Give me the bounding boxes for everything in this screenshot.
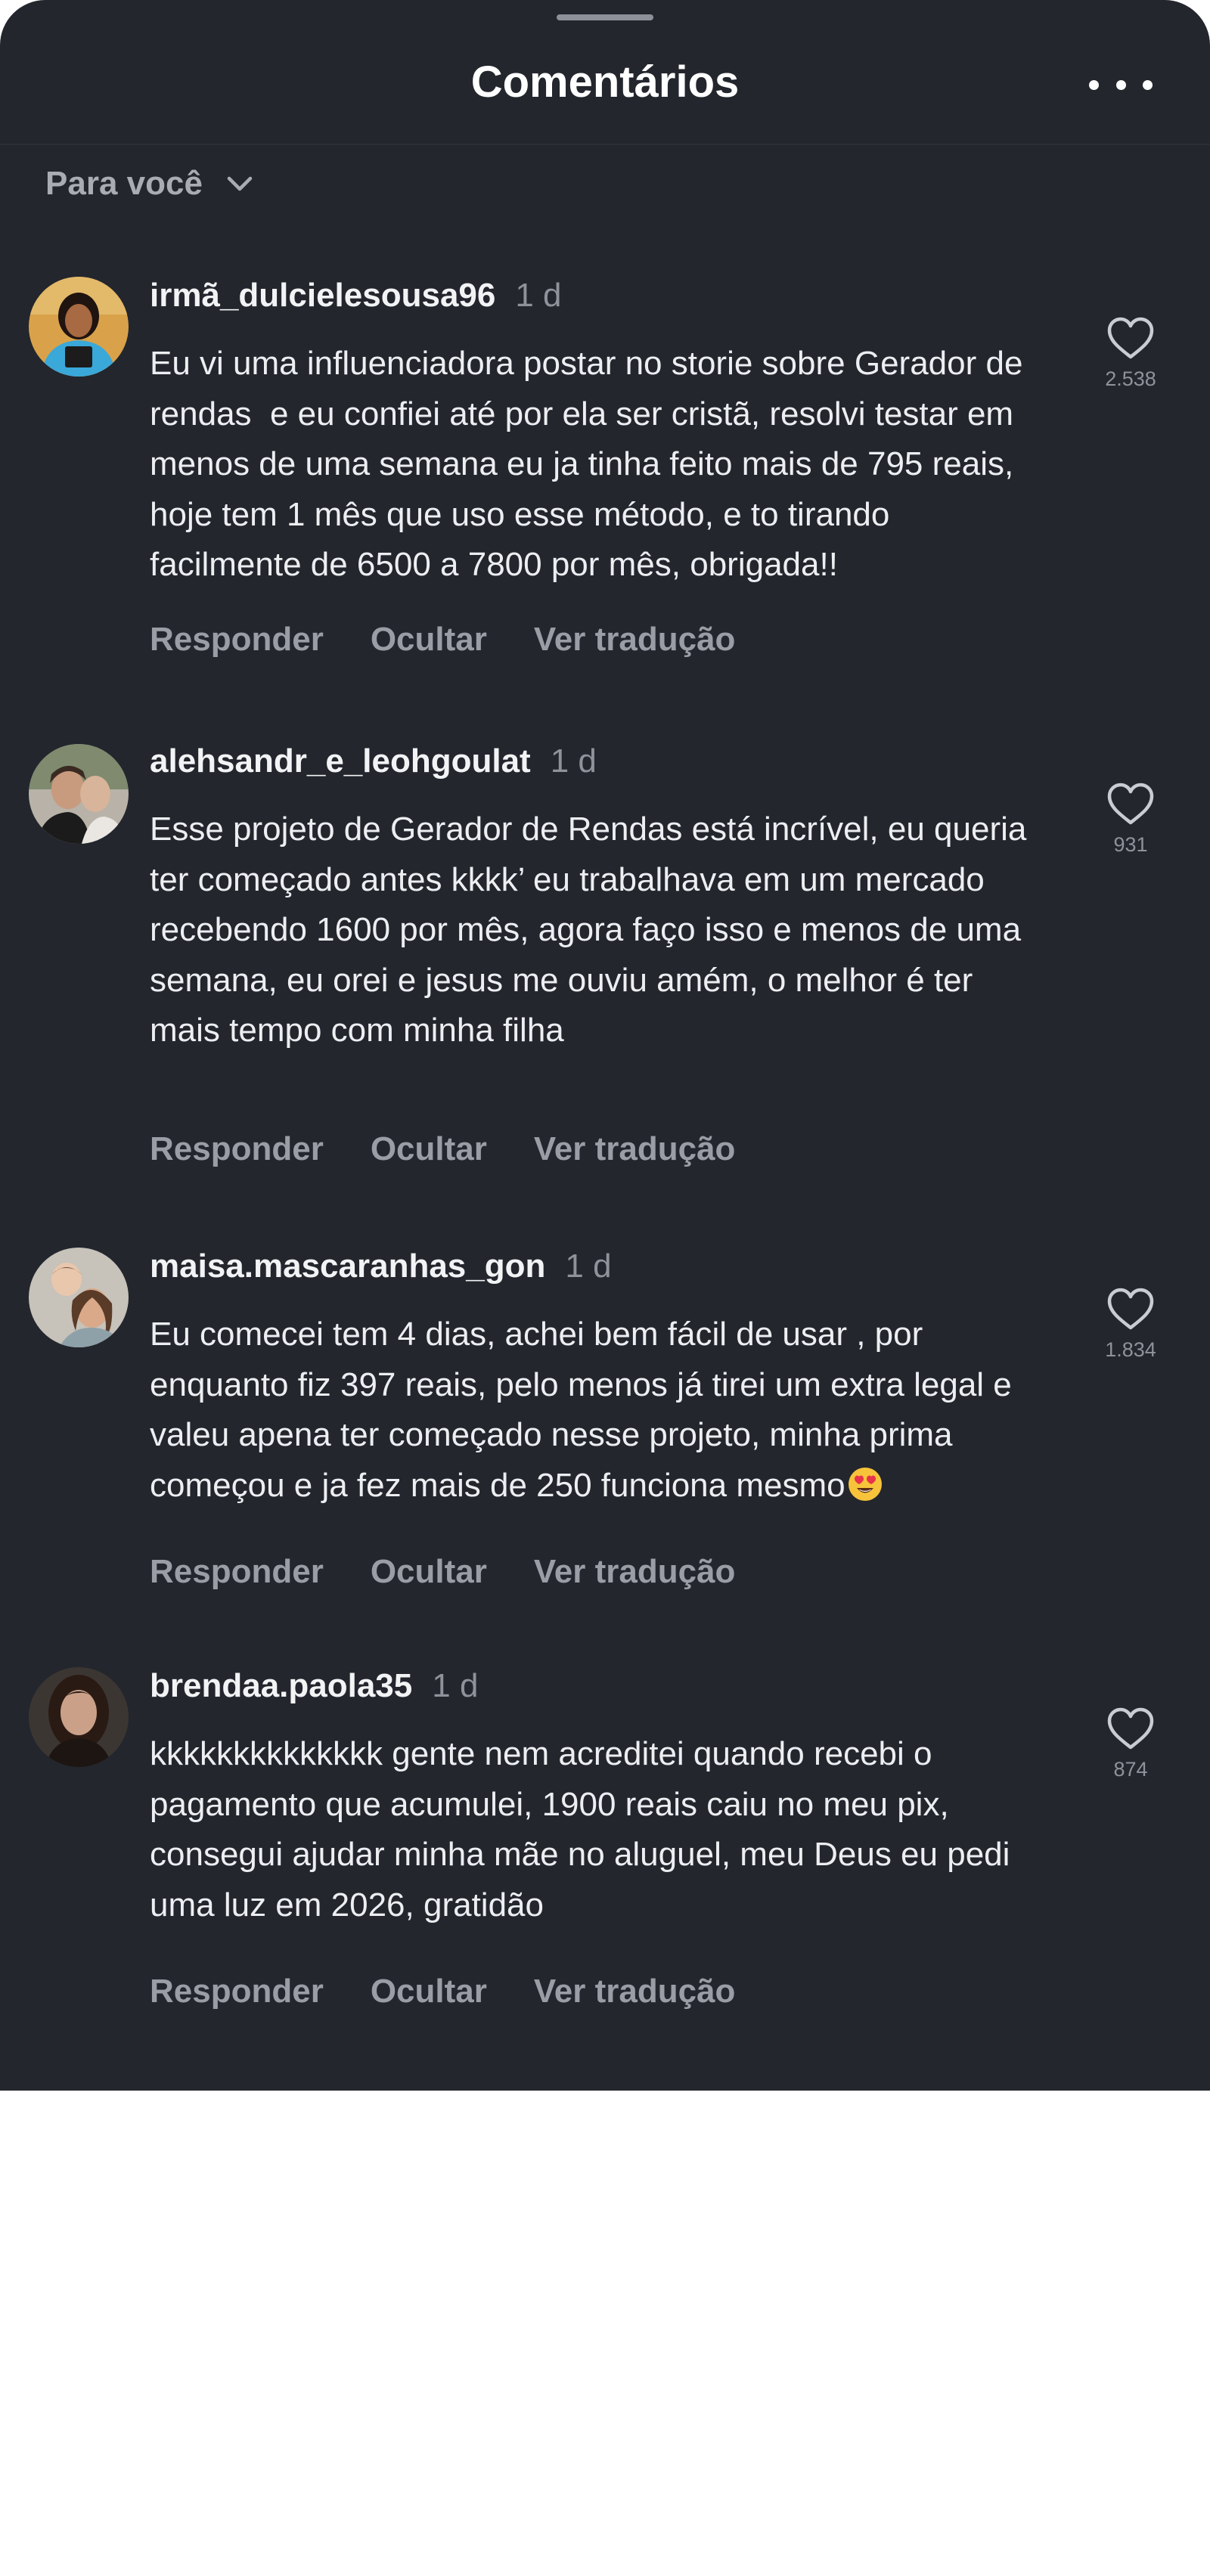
comment-text: Eu comecei tem 4 dias, achei bem fácil d… — [150, 1310, 1050, 1511]
sort-filter-dropdown[interactable]: Para você — [45, 157, 256, 210]
more-dot — [1143, 79, 1153, 90]
avatar[interactable] — [29, 744, 129, 844]
like-count: 1.834 — [1105, 1338, 1156, 1361]
avatar[interactable] — [29, 1667, 129, 1767]
translate-button[interactable]: Ver tradução — [534, 1973, 736, 2010]
more-dot — [1115, 79, 1126, 90]
heart-icon — [1107, 317, 1154, 359]
heart-icon — [1107, 1707, 1154, 1750]
page-title: Comentários — [470, 57, 740, 107]
comment-actions: Responder Ocultar Ver tradução — [150, 1130, 782, 1168]
username[interactable]: brendaa.paola35 — [150, 1667, 412, 1705]
reply-button[interactable]: Responder — [150, 1973, 324, 2010]
reply-button[interactable]: Responder — [150, 1553, 324, 1591]
heart-icon — [1107, 1288, 1154, 1330]
more-horizontal-icon — [1089, 79, 1099, 90]
comment-time: 1 d — [565, 1248, 612, 1285]
comment-time: 1 d — [515, 277, 562, 314]
comment-actions: Responder Ocultar Ver tradução — [150, 1973, 782, 2010]
reply-button[interactable]: Responder — [150, 621, 324, 659]
comments-sheet: Comentários Para você irmã_dulcielesousa… — [0, 0, 1210, 2091]
hide-button[interactable]: Ocultar — [371, 1130, 487, 1168]
like-count: 931 — [1113, 833, 1148, 856]
username[interactable]: alehsandr_e_leohgoulat — [150, 742, 531, 780]
comment-meta: brendaa.paola35 1 d — [150, 1667, 478, 1716]
username[interactable]: maisa.mascaranhas_gon — [150, 1248, 545, 1285]
comment-meta: alehsandr_e_leohgoulat 1 d — [150, 742, 597, 791]
like-button[interactable]: 874 — [1089, 1706, 1172, 1781]
comment-meta: irmã_dulcielesousa96 1 d — [150, 277, 562, 325]
like-button[interactable]: 1.834 — [1089, 1287, 1172, 1362]
comment-time: 1 d — [432, 1667, 479, 1704]
comment-actions: Responder Ocultar Ver tradução — [150, 621, 782, 659]
hide-button[interactable]: Ocultar — [371, 1553, 487, 1591]
comments-header: Comentários — [0, 0, 1210, 145]
like-count: 874 — [1113, 1758, 1148, 1781]
comment-text: kkkkkkkkkkkkkk gente nem acreditei quand… — [150, 1735, 1019, 1923]
comment-meta: maisa.mascaranhas_gon 1 d — [150, 1248, 612, 1296]
like-button[interactable]: 2.538 — [1089, 316, 1172, 391]
chevron-down-icon — [227, 176, 253, 191]
comment-time: 1 d — [550, 742, 597, 780]
comment-text: Eu vi uma influenciadora postar no stori… — [150, 345, 1032, 583]
sort-filter-label: Para você — [45, 165, 203, 202]
hide-button[interactable]: Ocultar — [371, 1973, 487, 2010]
like-count: 2.538 — [1105, 367, 1156, 390]
translate-button[interactable]: Ver tradução — [534, 1130, 736, 1168]
translate-button[interactable]: Ver tradução — [534, 621, 736, 659]
heart-eyes-emoji — [848, 1467, 882, 1501]
reply-button[interactable]: Responder — [150, 1130, 324, 1168]
comment-text-body: Eu comecei tem 4 dias, achei bem fácil d… — [150, 1316, 1022, 1504]
avatar[interactable] — [29, 1248, 129, 1347]
avatar[interactable] — [29, 277, 129, 377]
heart-icon — [1107, 783, 1154, 825]
comment-text: Esse projeto de Gerador de Rendas está i… — [150, 811, 1036, 1049]
username[interactable]: irmã_dulcielesousa96 — [150, 277, 495, 315]
translate-button[interactable]: Ver tradução — [534, 1553, 736, 1591]
like-button[interactable]: 931 — [1089, 782, 1172, 857]
comment-actions: Responder Ocultar Ver tradução — [150, 1553, 782, 1591]
more-options-button[interactable] — [1089, 68, 1153, 101]
hide-button[interactable]: Ocultar — [371, 621, 487, 659]
